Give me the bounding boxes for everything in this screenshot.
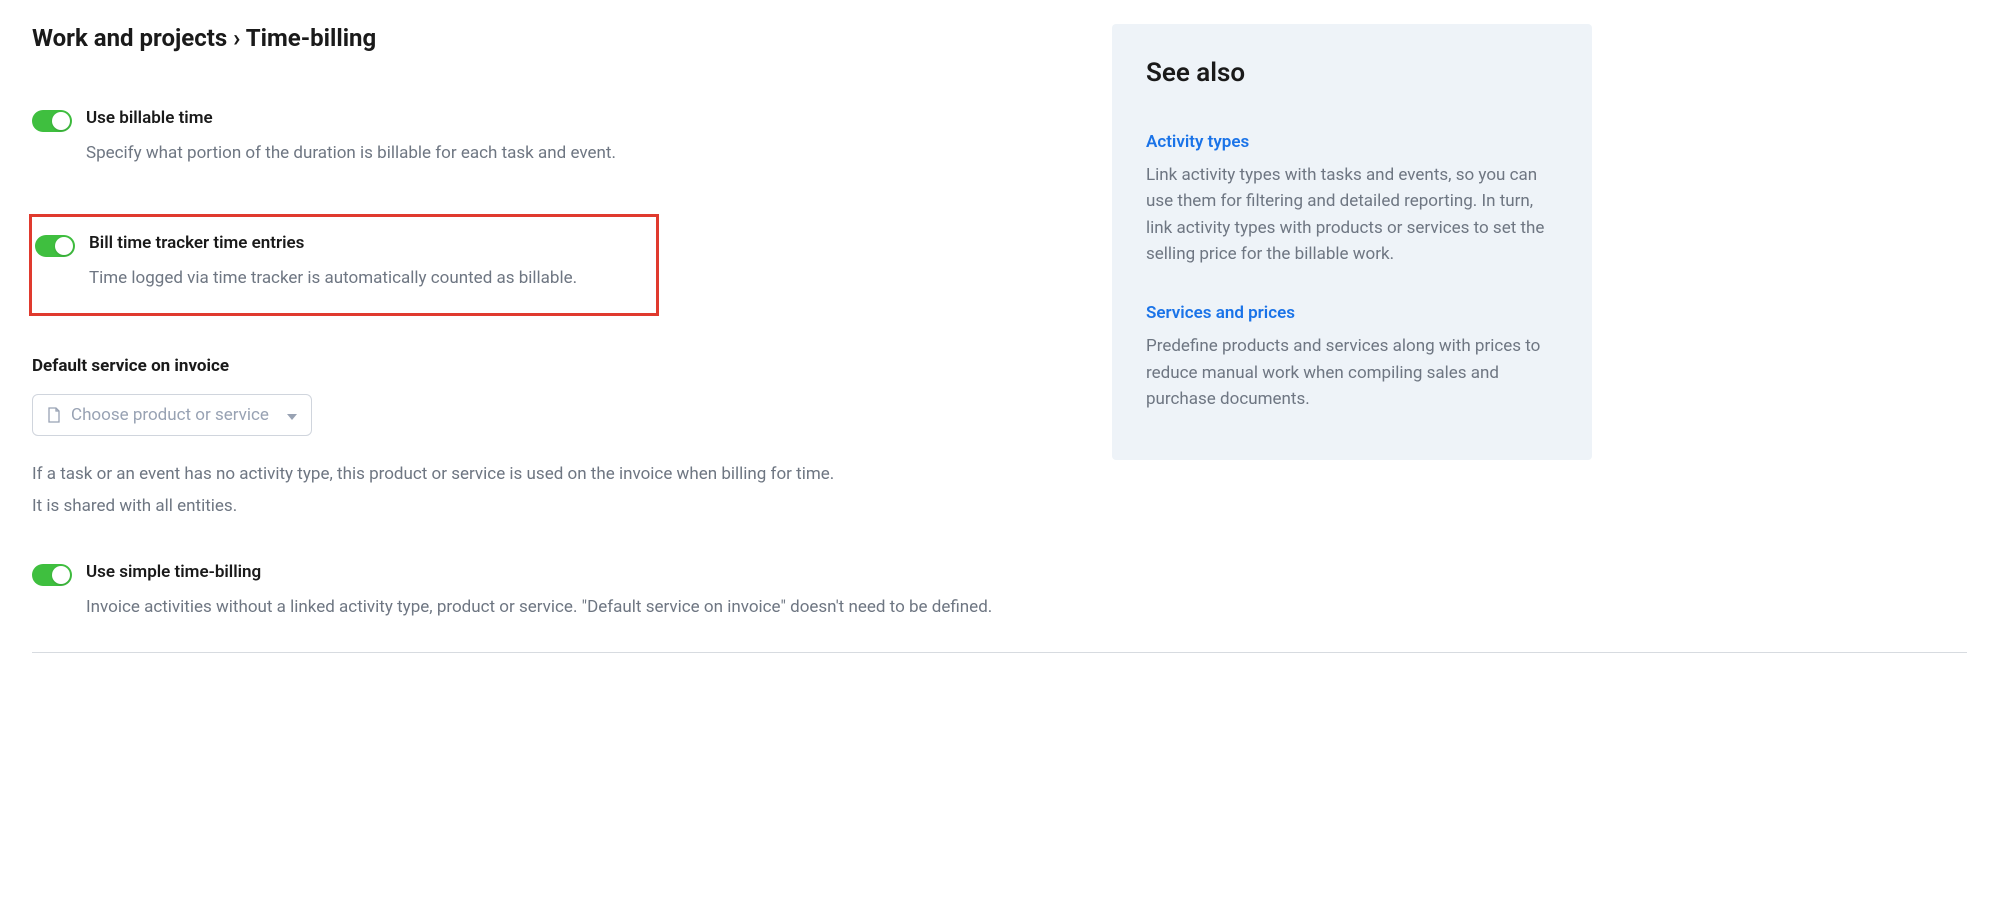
settings-page: Work and projects › Time-billing Use bil… <box>32 24 1592 620</box>
see-also-sidebar: See also Activity types Link activity ty… <box>1112 24 1592 460</box>
sidebar-desc: Link activity types with tasks and event… <box>1146 162 1558 267</box>
hint-line: It is shared with all entities. <box>32 490 1072 522</box>
setting-title: Bill time tracker time entries <box>89 233 646 253</box>
default-service-select[interactable]: Choose product or service <box>32 394 312 436</box>
toggle-knob <box>52 112 70 130</box>
setting-use-billable-time: Use billable time Specify what portion o… <box>32 108 1072 166</box>
main-column: Work and projects › Time-billing Use bil… <box>32 24 1072 620</box>
setting-text: Bill time tracker time entries Time logg… <box>89 233 646 291</box>
divider <box>32 652 1967 653</box>
setting-bill-time-tracker: Bill time tracker time entries Time logg… <box>29 214 659 316</box>
toggle-simple-time-billing[interactable] <box>32 564 72 586</box>
link-services-prices[interactable]: Services and prices <box>1146 303 1295 323</box>
default-service-hint: If a task or an event has no activity ty… <box>32 458 1072 523</box>
select-placeholder: Choose product or service <box>71 405 269 425</box>
default-service-section: Default service on invoice Choose produc… <box>32 356 1072 523</box>
hint-line: If a task or an event has no activity ty… <box>32 458 1072 490</box>
toggle-knob <box>55 237 73 255</box>
toggle-wrap <box>32 108 72 132</box>
toggle-knob <box>52 566 70 584</box>
link-activity-types[interactable]: Activity types <box>1146 132 1249 152</box>
toggle-use-billable-time[interactable] <box>32 110 72 132</box>
setting-desc: Time logged via time tracker is automati… <box>89 267 646 291</box>
toggle-wrap <box>32 562 72 586</box>
setting-text: Use simple time-billing Invoice activiti… <box>86 562 1072 620</box>
setting-text: Use billable time Specify what portion o… <box>86 108 1072 166</box>
setting-desc: Invoice activities without a linked acti… <box>86 596 1072 620</box>
default-service-label: Default service on invoice <box>32 356 1072 376</box>
setting-title: Use simple time-billing <box>86 562 1072 582</box>
document-icon <box>47 407 61 423</box>
setting-simple-time-billing: Use simple time-billing Invoice activiti… <box>32 562 1072 620</box>
setting-desc: Specify what portion of the duration is … <box>86 142 1072 166</box>
toggle-bill-time-tracker[interactable] <box>35 235 75 257</box>
breadcrumb: Work and projects › Time-billing <box>32 24 1072 52</box>
chevron-down-icon <box>287 405 297 424</box>
toggle-wrap <box>35 233 75 257</box>
sidebar-desc: Predefine products and services along wi… <box>1146 333 1558 412</box>
sidebar-item-activity-types: Activity types Link activity types with … <box>1146 132 1558 267</box>
sidebar-title: See also <box>1146 58 1558 88</box>
setting-title: Use billable time <box>86 108 1072 128</box>
sidebar-item-services-prices: Services and prices Predefine products a… <box>1146 303 1558 412</box>
